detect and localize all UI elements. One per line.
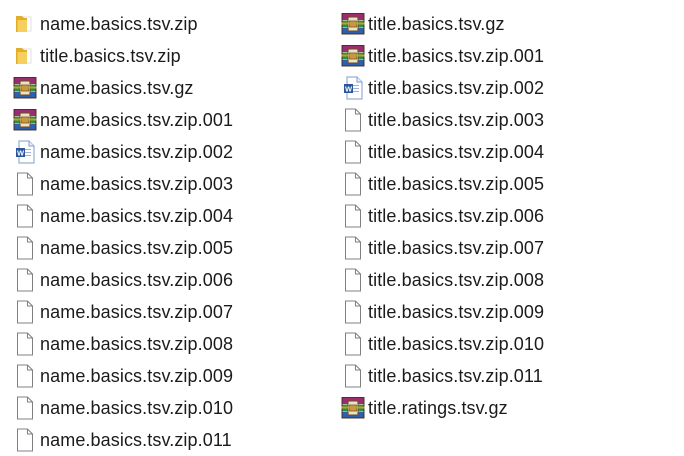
word-document-icon: W: [340, 75, 366, 101]
word-document-icon: W: [12, 139, 38, 165]
file-name: name.basics.tsv.zip.003: [40, 173, 234, 194]
file-item[interactable]: title.ratings.tsv.gz: [340, 392, 544, 424]
file-name: title.basics.tsv.zip.009: [368, 301, 545, 322]
folder-icon: [12, 11, 38, 37]
blank-file-icon: [340, 267, 366, 293]
file-item[interactable]: title.basics.tsv.zip.005: [340, 168, 544, 200]
file-item[interactable]: name.basics.tsv.zip.001: [12, 104, 233, 136]
file-item[interactable]: name.basics.tsv.zip.004: [12, 200, 233, 232]
file-item[interactable]: name.basics.tsv.zip: [12, 8, 233, 40]
file-item[interactable]: title.basics.tsv.gz: [340, 8, 544, 40]
file-name: name.basics.tsv.zip.005: [40, 237, 234, 258]
file-list-column-2: title.basics.tsv.gz title.basics.tsv.zip.…: [340, 8, 544, 424]
file-name: name.basics.tsv.zip.006: [40, 269, 234, 290]
file-item[interactable]: title.basics.tsv.zip.004: [340, 136, 544, 168]
file-name: title.basics.tsv.zip.002: [368, 77, 545, 98]
file-item[interactable]: name.basics.tsv.gz: [12, 72, 233, 104]
file-name: name.basics.tsv.zip.004: [40, 205, 234, 226]
blank-file-icon: [340, 139, 366, 165]
blank-file-icon: [12, 363, 38, 389]
file-item[interactable]: title.basics.tsv.zip: [12, 40, 233, 72]
file-name: name.basics.tsv.zip.010: [40, 397, 234, 418]
file-name: name.basics.tsv.gz: [40, 77, 194, 98]
file-name: title.basics.tsv.zip.008: [368, 269, 545, 290]
file-name: title.basics.tsv.zip.006: [368, 205, 545, 226]
winrar-archive-icon: [340, 395, 366, 421]
file-name: name.basics.tsv.zip.011: [40, 429, 232, 450]
winrar-archive-icon: [12, 107, 38, 133]
file-item[interactable]: title.basics.tsv.zip.007: [340, 232, 544, 264]
blank-file-icon: [340, 331, 366, 357]
file-item[interactable]: title.basics.tsv.zip.011: [340, 360, 544, 392]
winrar-archive-icon: [340, 43, 366, 69]
file-name: title.basics.tsv.zip.003: [368, 109, 545, 130]
blank-file-icon: [340, 107, 366, 133]
blank-file-icon: [12, 235, 38, 261]
file-item[interactable]: name.basics.tsv.zip.009: [12, 360, 233, 392]
blank-file-icon: [340, 235, 366, 261]
file-item[interactable]: name.basics.tsv.zip.006: [12, 264, 233, 296]
file-name: name.basics.tsv.zip.009: [40, 365, 234, 386]
blank-file-icon: [12, 395, 38, 421]
file-name: title.basics.tsv.gz: [368, 13, 505, 34]
file-item[interactable]: name.basics.tsv.zip.005: [12, 232, 233, 264]
file-name: title.basics.tsv.zip.007: [368, 237, 545, 258]
blank-file-icon: [340, 299, 366, 325]
file-name: name.basics.tsv.zip.008: [40, 333, 234, 354]
file-name: name.basics.tsv.zip.001: [40, 109, 234, 130]
file-name: title.basics.tsv.zip.004: [368, 141, 545, 162]
file-name: title.basics.tsv.zip: [40, 45, 181, 66]
winrar-archive-icon: [12, 75, 38, 101]
file-name: title.basics.tsv.zip.010: [368, 333, 545, 354]
file-item[interactable]: name.basics.tsv.zip.007: [12, 296, 233, 328]
folder-icon: [12, 43, 38, 69]
file-item[interactable]: title.basics.tsv.zip.008: [340, 264, 544, 296]
svg-text:W: W: [17, 148, 25, 157]
file-item[interactable]: title.basics.tsv.zip.010: [340, 328, 544, 360]
file-item[interactable]: title.basics.tsv.zip.001: [340, 40, 544, 72]
file-name: name.basics.tsv.zip.002: [40, 141, 234, 162]
file-item[interactable]: name.basics.tsv.zip.008: [12, 328, 233, 360]
blank-file-icon: [12, 331, 38, 357]
file-name: title.basics.tsv.zip.001: [368, 45, 545, 66]
file-item[interactable]: Wtitle.basics.tsv.zip.002: [340, 72, 544, 104]
file-name: title.basics.tsv.zip.011: [368, 365, 543, 386]
svg-text:W: W: [345, 84, 353, 93]
blank-file-icon: [340, 363, 366, 389]
file-name: name.basics.tsv.zip.007: [40, 301, 234, 322]
winrar-archive-icon: [340, 11, 366, 37]
file-item[interactable]: name.basics.tsv.zip.011: [12, 424, 233, 456]
file-item[interactable]: title.basics.tsv.zip.006: [340, 200, 544, 232]
file-item[interactable]: title.basics.tsv.zip.003: [340, 104, 544, 136]
file-name: title.ratings.tsv.gz: [368, 397, 508, 418]
file-item[interactable]: name.basics.tsv.zip.010: [12, 392, 233, 424]
file-item[interactable]: Wname.basics.tsv.zip.002: [12, 136, 233, 168]
blank-file-icon: [12, 427, 38, 453]
blank-file-icon: [340, 203, 366, 229]
blank-file-icon: [12, 267, 38, 293]
file-name: name.basics.tsv.zip: [40, 13, 198, 34]
file-list-column-1: name.basics.tsv.zip title.basics.tsv.zip n…: [12, 8, 233, 456]
blank-file-icon: [12, 203, 38, 229]
file-item[interactable]: title.basics.tsv.zip.009: [340, 296, 544, 328]
file-item[interactable]: name.basics.tsv.zip.003: [12, 168, 233, 200]
blank-file-icon: [12, 171, 38, 197]
blank-file-icon: [12, 299, 38, 325]
file-name: title.basics.tsv.zip.005: [368, 173, 545, 194]
blank-file-icon: [340, 171, 366, 197]
